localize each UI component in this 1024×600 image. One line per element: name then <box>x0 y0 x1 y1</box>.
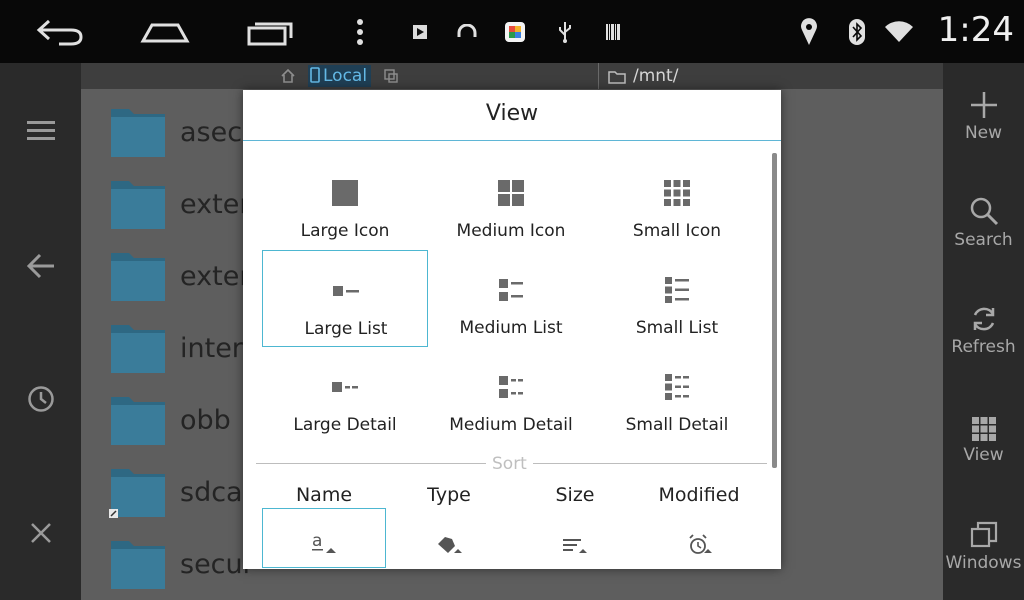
refresh-icon <box>943 297 1024 333</box>
folder-icon <box>111 253 165 301</box>
back-icon[interactable] <box>30 0 90 63</box>
file-name: obb <box>180 405 231 436</box>
left-nav <box>0 63 81 600</box>
option-label: Large List <box>304 319 388 339</box>
large-list-option[interactable]: Large List <box>262 250 428 347</box>
plus-icon <box>943 83 1024 119</box>
headset-icon <box>454 0 480 63</box>
option-label: Large Detail <box>293 415 397 435</box>
wifi-icon <box>882 0 916 63</box>
medium-detail-option[interactable]: Medium Detail <box>428 347 594 444</box>
new-label: New <box>964 123 1003 143</box>
close-icon[interactable] <box>0 521 81 545</box>
small-icon-icon <box>594 179 760 209</box>
small-detail-icon <box>594 373 760 403</box>
view-label: View <box>963 445 1004 465</box>
location-icon <box>796 0 822 63</box>
sort-modified-icon <box>637 532 761 554</box>
option-label: Small List <box>635 318 719 338</box>
option-label: Small Icon <box>632 221 722 241</box>
folder-icon <box>111 541 165 589</box>
small-list-option[interactable]: Small List <box>594 250 760 347</box>
sort-type-icon <box>387 532 511 554</box>
sort-size-option[interactable]: Size <box>513 484 637 506</box>
more-vert-icon[interactable] <box>345 0 375 63</box>
sort-name-option[interactable]: Name <box>262 484 386 506</box>
dialog-title: View <box>243 90 781 141</box>
path-bar: Local /mnt/ <box>81 63 943 89</box>
history-icon[interactable] <box>0 385 81 413</box>
bluetooth-icon <box>844 0 870 63</box>
view-button[interactable]: View <box>943 405 1024 465</box>
small-list-icon <box>594 276 760 306</box>
windows-button[interactable]: Windows <box>943 513 1024 573</box>
large-list-icon <box>263 277 429 307</box>
view-dialog: View Large Icon Medium Icon Small Icon L… <box>243 90 781 569</box>
medium-list-icon <box>428 276 594 306</box>
refresh-label: Refresh <box>951 337 1016 357</box>
home-icon[interactable] <box>281 68 295 87</box>
medium-list-option[interactable]: Medium List <box>428 250 594 347</box>
path-divider <box>598 63 599 89</box>
current-path[interactable]: /mnt/ <box>633 65 678 87</box>
usb-icon <box>554 0 576 63</box>
phone-icon <box>310 67 320 83</box>
file-name: asec <box>180 117 243 148</box>
location-label: Local <box>323 66 368 86</box>
status-bar: 1:24 <box>0 0 1024 63</box>
refresh-button[interactable]: Refresh <box>943 297 1024 357</box>
storage-icon[interactable] <box>384 68 398 87</box>
folder-small-icon <box>608 69 626 88</box>
medium-icon-option[interactable]: Medium Icon <box>428 153 594 250</box>
grid-icon <box>943 405 1024 441</box>
search-icon <box>943 190 1024 226</box>
folder-icon <box>109 469 165 518</box>
option-label: Medium Detail <box>449 415 573 435</box>
small-detail-option[interactable]: Small Detail <box>594 347 760 444</box>
large-icon-option[interactable]: Large Icon <box>262 153 428 250</box>
sort-size-icon <box>513 532 637 554</box>
clock: 1:24 <box>937 10 1014 50</box>
sort-section-label: Sort <box>486 454 533 474</box>
action-bar: New Search Refresh View Windows <box>943 63 1024 600</box>
windows-label: Windows <box>945 553 1022 573</box>
search-label: Search <box>954 230 1013 250</box>
medium-icon-icon <box>428 179 594 209</box>
windows-icon <box>943 513 1024 549</box>
folder-icon <box>111 325 165 373</box>
location-tab[interactable]: Local <box>308 65 372 87</box>
medium-detail-icon <box>428 373 594 403</box>
recents-icon[interactable] <box>240 0 300 63</box>
photo-app-icon <box>502 0 528 63</box>
sort-type-option[interactable]: Type <box>387 484 511 506</box>
menu-icon[interactable] <box>0 120 81 142</box>
svg-text:a: a <box>312 532 322 551</box>
home-icon[interactable] <box>135 0 195 63</box>
new-button[interactable]: New <box>943 83 1024 143</box>
option-label: Medium List <box>459 318 563 338</box>
sort-modified-option[interactable]: Modified <box>637 484 761 506</box>
large-detail-option[interactable]: Large Detail <box>262 347 428 444</box>
search-button[interactable]: Search <box>943 190 1024 250</box>
folder-icon <box>111 109 165 157</box>
sort-alpha-icon: a <box>262 532 386 554</box>
folder-icon <box>111 397 165 445</box>
small-icon-option[interactable]: Small Icon <box>594 153 760 250</box>
option-label: Small Detail <box>625 415 729 435</box>
option-label: Large Icon <box>300 221 390 241</box>
back-arrow-icon[interactable] <box>0 253 81 279</box>
folder-icon <box>111 181 165 229</box>
barcode-icon <box>602 0 624 63</box>
option-label: Medium Icon <box>456 221 566 241</box>
dialog-scrollbar[interactable] <box>772 153 777 468</box>
large-icon-icon <box>262 179 428 209</box>
play-store-icon <box>408 0 432 63</box>
large-detail-icon <box>262 373 428 403</box>
